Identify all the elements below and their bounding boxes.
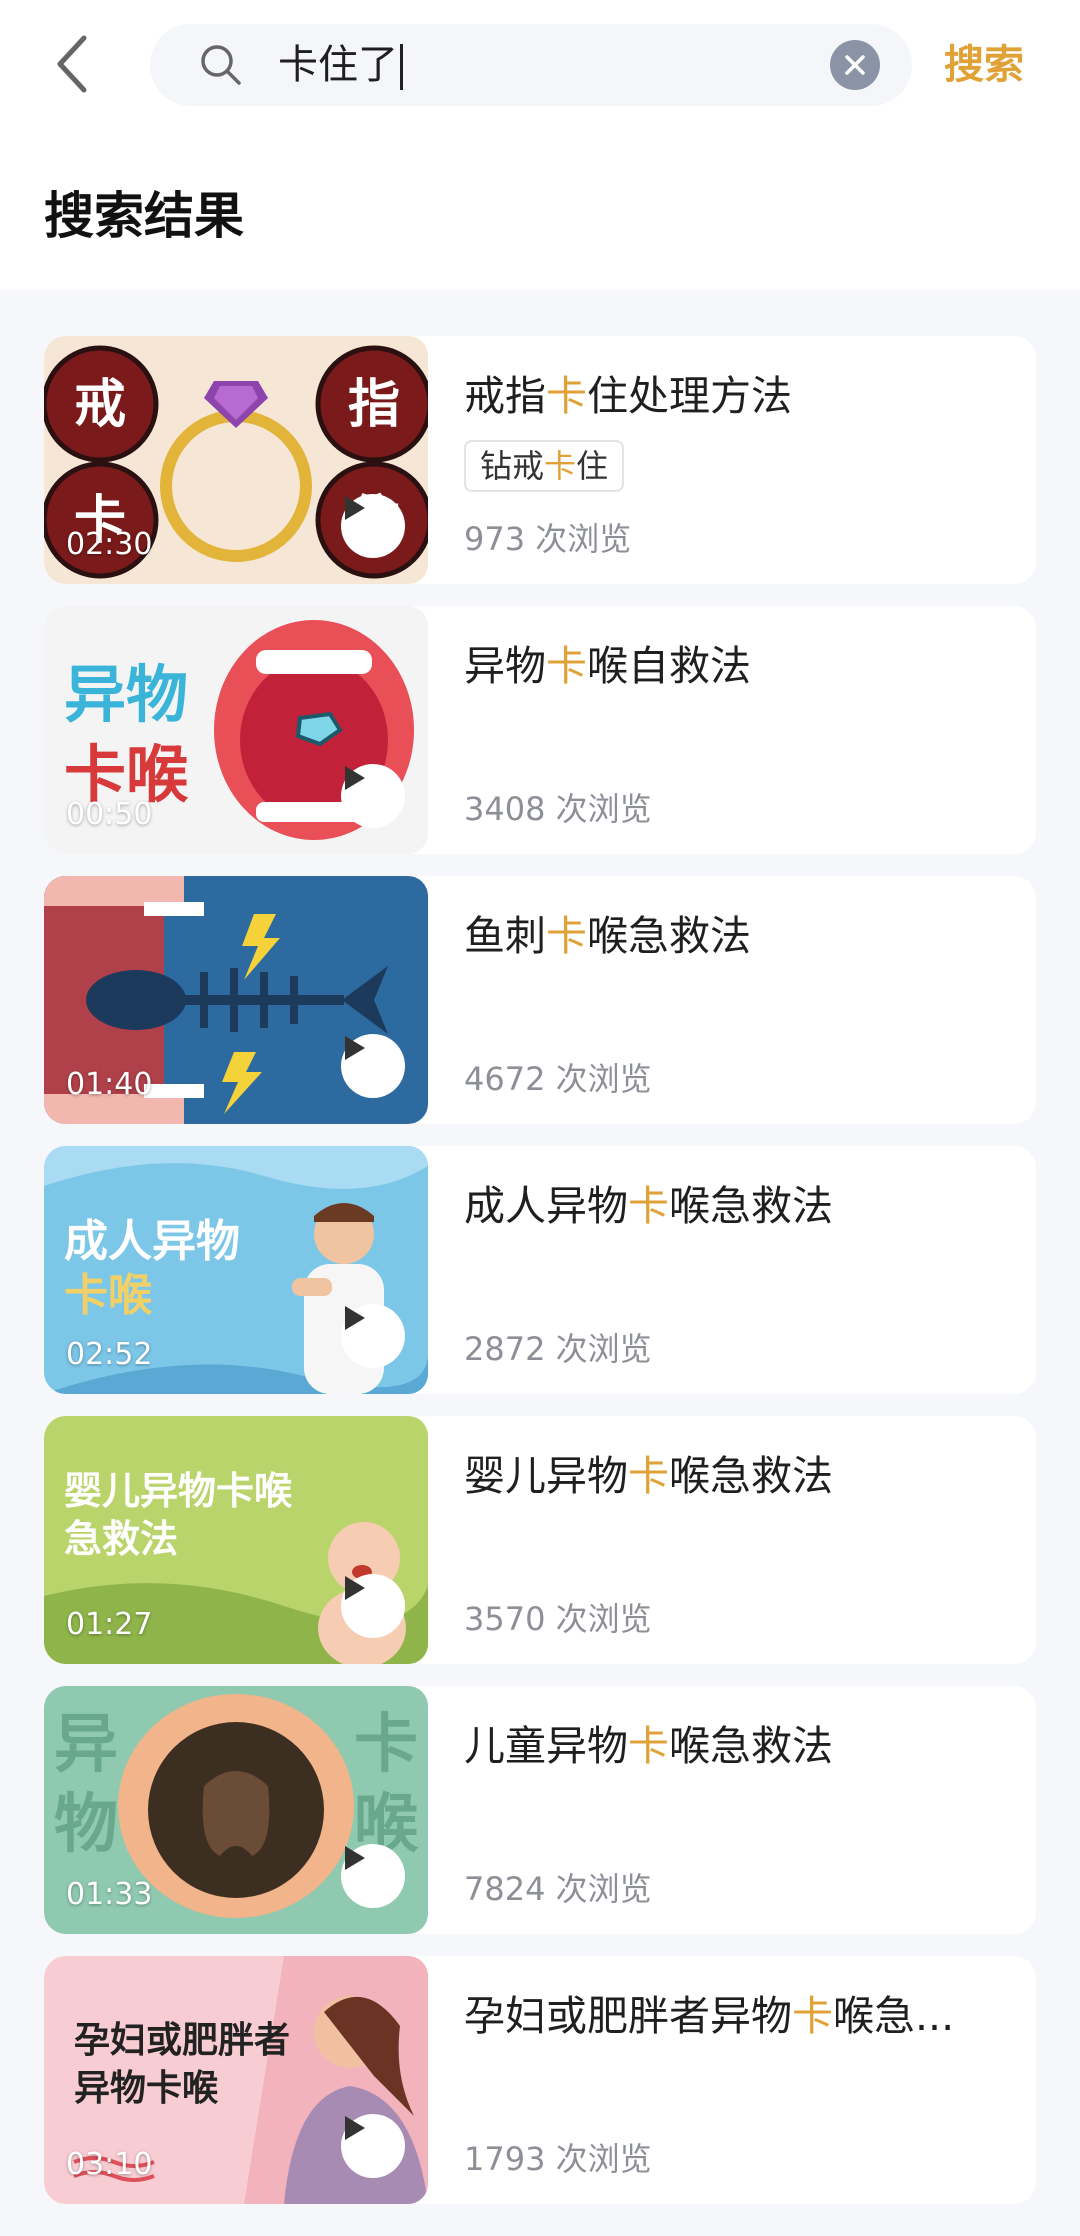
title-text: 喉急救法 (669, 1182, 833, 1230)
play-button[interactable] (341, 1034, 405, 1098)
video-card[interactable]: 成人异物 卡喉 02:52 成人异物卡喉急救法 2872 次浏览 (44, 1146, 1036, 1394)
view-count: 1793 次浏览 (464, 2140, 652, 2178)
view-count: 973 次浏览 (464, 520, 632, 558)
title-text: 婴儿异物 (464, 1452, 628, 1500)
top-bar: 卡住了 搜索 搜索结果 (0, 0, 1080, 290)
video-title[interactable]: 异物卡喉自救法 (464, 632, 1024, 692)
play-icon (345, 1036, 365, 1060)
results-heading: 搜索结果 (44, 187, 244, 245)
title-text: 孕妇或肥胖者异物 (464, 1992, 792, 2040)
back-button[interactable] (40, 28, 104, 100)
video-thumbnail[interactable]: 婴儿异物卡喉 急救法 01:27 (44, 1416, 428, 1664)
title-text: 戒指 (464, 372, 546, 420)
video-title[interactable]: 戒指卡住处理方法 (464, 362, 1024, 422)
thumb-label: 成人异物 (64, 1216, 240, 1267)
title-text: 喉自救法 (587, 642, 751, 690)
play-icon (345, 1306, 365, 1330)
video-title[interactable]: 儿童异物卡喉急救法 (464, 1712, 1024, 1772)
play-button[interactable] (341, 2114, 405, 2178)
play-icon (345, 2116, 365, 2140)
thumb-label: 戒 (74, 375, 126, 435)
play-icon (345, 1576, 365, 1600)
thumb-label: 异 (54, 1708, 118, 1782)
video-duration: 01:27 (66, 1607, 153, 1642)
title-text: 喉急... (833, 1992, 955, 2040)
video-card[interactable]: 戒 指 卡 住 02:30 戒指卡住处理方法 钻戒卡住 973 次浏览 (44, 336, 1036, 584)
video-card[interactable]: 婴儿异物卡喉 急救法 01:27 婴儿异物卡喉急救法 3570 次浏览 (44, 1416, 1036, 1664)
play-button[interactable] (341, 494, 405, 558)
title-text: 喉急救法 (587, 912, 751, 960)
search-input[interactable]: 卡住了 (150, 24, 912, 106)
video-title[interactable]: 婴儿异物卡喉急救法 (464, 1442, 1024, 1502)
view-count: 2872 次浏览 (464, 1330, 652, 1368)
play-button[interactable] (341, 1844, 405, 1908)
title-highlight: 卡 (546, 642, 587, 690)
video-thumbnail[interactable]: 孕妇或肥胖者 异物卡喉 03:10 (44, 1956, 428, 2204)
video-title[interactable]: 孕妇或肥胖者异物卡喉急... (464, 1982, 1024, 2042)
video-tag[interactable]: 钻戒卡住 (464, 440, 625, 492)
video-thumbnail[interactable]: 01:40 (44, 876, 428, 1124)
view-count: 3408 次浏览 (464, 790, 652, 828)
title-highlight: 卡 (546, 912, 587, 960)
text-caret (400, 44, 403, 90)
video-duration: 01:40 (66, 1067, 153, 1102)
thumb-label: 急救法 (64, 1517, 178, 1561)
video-card[interactable]: 异物 卡喉 00:50 异物卡喉自救法 3408 次浏览 (44, 606, 1036, 854)
video-thumbnail[interactable]: 戒 指 卡 住 02:30 (44, 336, 428, 584)
title-text: 儿童异物 (464, 1722, 628, 1770)
video-title[interactable]: 鱼刺卡喉急救法 (464, 902, 1024, 962)
play-button[interactable] (341, 764, 405, 828)
thumb-label: 物 (54, 1788, 118, 1862)
title-highlight: 卡 (628, 1722, 669, 1770)
title-text: 鱼刺 (464, 912, 546, 960)
title-text: 喉急救法 (669, 1452, 833, 1500)
play-icon (345, 496, 365, 520)
view-count: 3570 次浏览 (464, 1600, 652, 1638)
title-text: 异物 (464, 642, 546, 690)
tag-text: 住 (576, 447, 609, 485)
video-card[interactable]: 01:40 鱼刺卡喉急救法 4672 次浏览 (44, 876, 1036, 1124)
thumb-label: 指 (348, 375, 400, 435)
play-button[interactable] (341, 1304, 405, 1368)
thumb-label: 卡喉 (64, 1270, 153, 1321)
search-query: 卡住了 (278, 42, 398, 88)
video-thumbnail[interactable]: 异 物 卡 喉 01:33 (44, 1686, 428, 1934)
video-duration: 01:33 (66, 1877, 153, 1912)
video-thumbnail[interactable]: 异物 卡喉 00:50 (44, 606, 428, 854)
view-count: 4672 次浏览 (464, 1060, 652, 1098)
play-icon (345, 1846, 365, 1870)
title-highlight: 卡 (628, 1182, 669, 1230)
search-query-text: 卡住了 (278, 24, 403, 106)
search-submit-button[interactable]: 搜索 (944, 24, 1024, 106)
video-title[interactable]: 成人异物卡喉急救法 (464, 1172, 1024, 1232)
title-text: 成人异物 (464, 1182, 628, 1230)
view-count: 7824 次浏览 (464, 1870, 652, 1908)
play-button[interactable] (341, 1574, 405, 1638)
thumb-label: 孕妇或肥胖者 (74, 2020, 290, 2061)
search-icon (201, 45, 241, 85)
tag-highlight: 卡 (544, 447, 577, 485)
video-card[interactable]: 孕妇或肥胖者 异物卡喉 03:10 孕妇或肥胖者异物卡喉急... 1793 次浏… (44, 1956, 1036, 2204)
title-text: 住处理方法 (587, 372, 792, 420)
chevron-left-icon (57, 35, 87, 93)
play-icon (345, 766, 365, 790)
title-highlight: 卡 (546, 372, 587, 420)
thumb-label: 异物卡喉 (74, 2068, 219, 2109)
video-duration: 03:10 (66, 2147, 153, 2182)
thumb-label: 卡 (354, 1708, 418, 1782)
video-thumbnail[interactable]: 成人异物 卡喉 02:52 (44, 1146, 428, 1394)
thumb-label: 异物 (64, 658, 188, 731)
video-duration: 02:30 (66, 527, 153, 562)
thumb-label: 婴儿异物卡喉 (64, 1469, 293, 1513)
video-duration: 02:52 (66, 1337, 153, 1372)
title-highlight: 卡 (628, 1452, 669, 1500)
close-icon (845, 55, 865, 75)
clear-search-button[interactable] (830, 40, 880, 90)
title-highlight: 卡 (792, 1992, 833, 2040)
video-card[interactable]: 异 物 卡 喉 01:33 儿童异物卡喉急救法 7824 次浏览 (44, 1686, 1036, 1934)
video-duration: 00:50 (66, 797, 153, 832)
tag-text: 钻戒 (480, 447, 545, 485)
title-text: 喉急救法 (669, 1722, 833, 1770)
